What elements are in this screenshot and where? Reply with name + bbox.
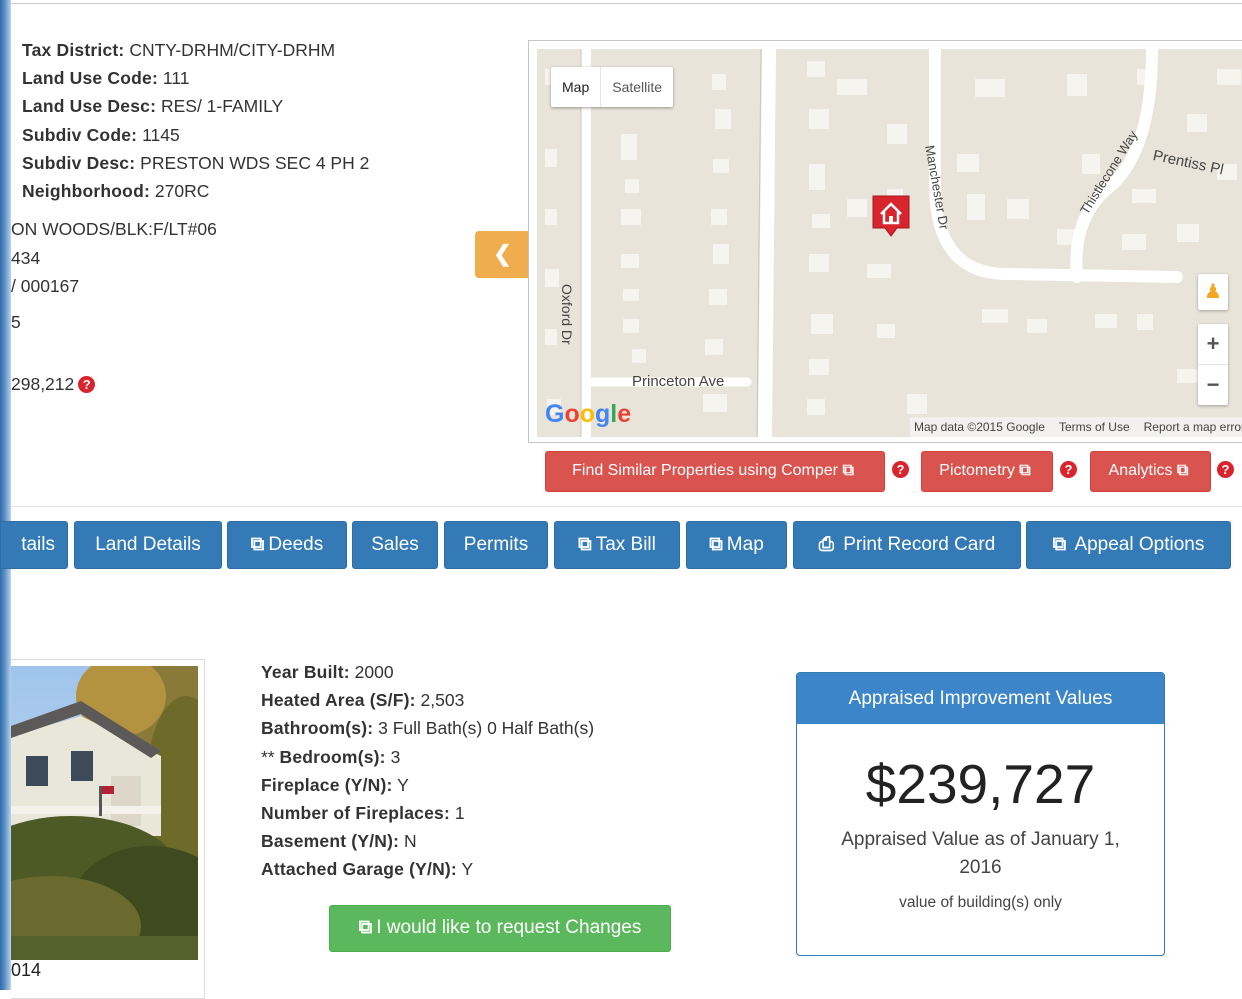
external-link-icon: ⧉ — [842, 462, 854, 479]
property-info: Tax District: CNTY-DRHM/CITY-DRHM Land U… — [22, 36, 369, 205]
detail-row-bathrooms: Bathroom(s): 3 Full Bath(s) 0 Half Bath(… — [261, 718, 595, 739]
google-logo: Google — [545, 400, 632, 428]
terms-of-use-link[interactable]: Terms of Use — [1059, 420, 1130, 434]
appraised-value: $239,727 — [865, 753, 1096, 815]
analytics-help-icon[interactable]: ? — [1217, 461, 1234, 478]
comper-help-icon[interactable]: ? — [892, 461, 909, 478]
external-link-icon: ⧉ — [1177, 462, 1189, 479]
cut-value-2: 434 — [11, 248, 41, 268]
detail-row-heated-area: Heated Area (S/F): 2,503 — [261, 690, 465, 711]
comper-button[interactable]: Find Similar Properties using Comper ⧉ — [545, 451, 885, 492]
analytics-label: Analytics — [1108, 462, 1173, 479]
detail-row-year-built: Year Built: 2000 — [261, 662, 394, 682]
detail-row-fireplace: Fireplace (Y/N): Y — [261, 774, 409, 795]
print-icon: ⎙ — [818, 534, 834, 555]
external-link-icon: ⧉ — [578, 534, 592, 555]
appraised-value-date: Appraised Value as of January 1, 2016 — [841, 829, 1120, 878]
section-divider — [11, 506, 1242, 507]
photo-caption: 014 — [11, 960, 42, 980]
cut-value-3: / 000167 — [11, 276, 80, 296]
panel-title: Appraised Improvement Values — [797, 673, 1164, 724]
zoom-in-button[interactable]: + — [1198, 324, 1228, 365]
detail-row-num-fireplaces: Number of Fireplaces: 1 — [261, 802, 465, 823]
top-divider — [11, 3, 1242, 4]
info-row-neighborhood: Neighborhood: 270RC — [22, 180, 210, 201]
left-edge-stripe — [0, 0, 11, 990]
home-icon — [872, 195, 910, 237]
map-type-map[interactable]: Map — [551, 67, 600, 107]
zoom-out-button[interactable]: − — [1198, 365, 1228, 405]
assessed-value-row: 298,212? — [11, 374, 96, 395]
analytics-button[interactable]: Analytics ⧉ — [1090, 451, 1211, 492]
info-row-land-use-desc: Land Use Desc: RES/ 1-FAMILY — [22, 96, 284, 117]
chevron-left-icon: ❮ — [493, 241, 512, 266]
comper-label: Find Similar Properties using Comper — [572, 462, 838, 479]
street-label-oxford: Oxford Dr — [559, 284, 575, 345]
map-type-satellite[interactable]: Satellite — [600, 67, 673, 107]
info-row-subdiv-code: Subdiv Code: 1145 — [22, 124, 180, 145]
map-frame: Oxford Dr Princeton Ave Manchester Dr Th… — [528, 40, 1242, 443]
appraised-value-note: value of building(s) only — [899, 894, 1062, 911]
pictometry-help-icon[interactable]: ? — [1060, 461, 1077, 478]
map[interactable]: Oxford Dr Princeton Ave Manchester Dr Th… — [537, 49, 1242, 437]
request-changes-button[interactable]: ⧉ I would like to request Changes — [329, 905, 671, 952]
pegman-icon[interactable]: ♟ — [1198, 274, 1228, 310]
tab-land-details[interactable]: Land Details — [74, 521, 222, 569]
tab-print-record-card[interactable]: ⎙ Print Record Card — [793, 521, 1021, 569]
info-row-land-use-code: Land Use Code: 111 — [22, 68, 190, 89]
detail-row-attached-garage: Attached Garage (Y/N): Y — [261, 859, 474, 880]
legal-description-value: ON WOODS/BLK:F/LT#06 — [11, 219, 217, 239]
assessed-value: 298,212 — [11, 374, 75, 394]
map-data-text: Map data ©2015 Google — [914, 420, 1045, 434]
question-icon[interactable]: ? — [78, 376, 96, 393]
info-row-tax-district: Tax District: CNTY-DRHM/CITY-DRHM — [22, 40, 336, 60]
detail-row-bedrooms: ** Bedroom(s): 3 — [261, 746, 401, 767]
tab-deeds[interactable]: ⧉ Deeds — [227, 521, 347, 569]
house-photo-image — [11, 666, 198, 960]
pictometry-button[interactable]: Pictometry ⧉ — [921, 451, 1053, 492]
tab-permits[interactable]: Permits — [444, 521, 548, 569]
tab-appeal-options[interactable]: ⧉ Appeal Options — [1026, 521, 1231, 569]
external-link-icon: ⧉ — [250, 534, 265, 555]
external-link-icon: ⧉ — [709, 534, 723, 555]
cut-value-4: 5 — [11, 312, 21, 332]
map-attribution: Map data ©2015 Google Terms of Use Report … — [910, 417, 1242, 437]
external-link-icon: ⧉ — [1019, 462, 1031, 479]
tab-map[interactable]: ⧉ Map — [686, 521, 787, 569]
appraised-values-panel: Appraised Improvement Values $239,727 Ap… — [796, 672, 1165, 956]
street-label-princeton: Princeton Ave — [632, 373, 725, 390]
info-row-subdiv-desc: Subdiv Desc: PRESTON WDS SEC 4 PH 2 — [22, 152, 370, 173]
external-link-icon: ⧉ — [1052, 534, 1067, 555]
property-marker[interactable] — [871, 194, 911, 238]
pictometry-label: Pictometry — [939, 462, 1015, 479]
tab-sales[interactable]: Sales — [352, 521, 438, 569]
detail-row-basement: Basement (Y/N): N — [261, 831, 417, 852]
map-type-control: Map Satellite — [551, 67, 674, 107]
building-details: Year Built: 2000 Heated Area (S/F): 2,50… — [261, 658, 594, 884]
zoom-control: + − — [1198, 324, 1228, 405]
external-link-icon: ⧉ — [358, 917, 373, 938]
report-map-error-link[interactable]: Report a map error — [1144, 420, 1242, 434]
building-photo-frame: 014 — [11, 659, 205, 999]
building-photo[interactable] — [11, 666, 198, 960]
collapse-panel-button[interactable]: ❮ — [475, 231, 530, 278]
tab-tax-bill[interactable]: ⧉ Tax Bill — [554, 521, 680, 569]
tab-building-details[interactable]: tails — [0, 521, 68, 569]
